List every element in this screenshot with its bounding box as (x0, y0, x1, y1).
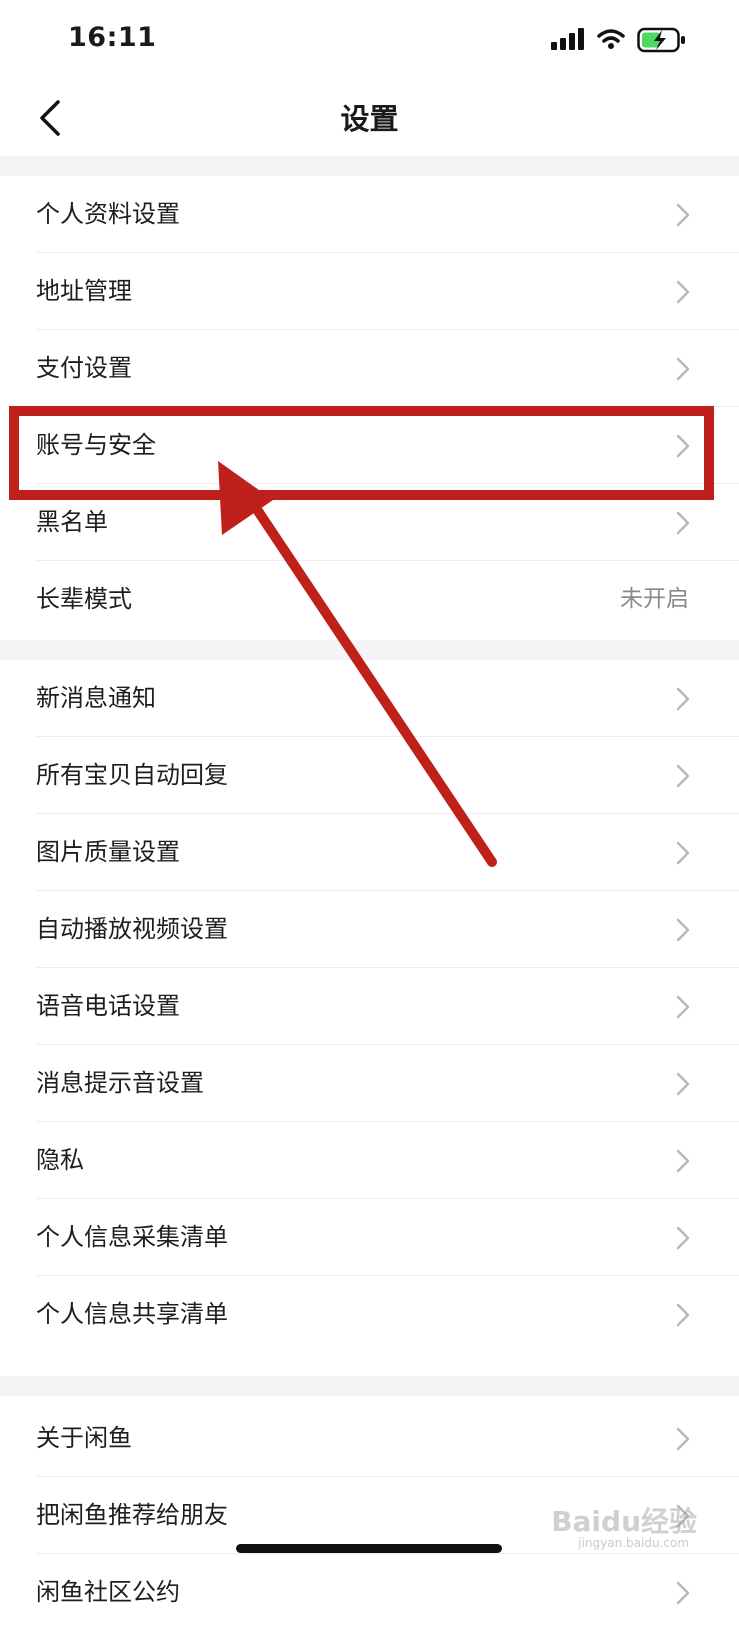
chevron-right-icon (676, 1149, 690, 1173)
section-gap (0, 640, 739, 660)
chevron-right-icon (676, 841, 690, 865)
battery-icon (637, 27, 685, 53)
settings-item-account-security[interactable]: 账号与安全 (0, 407, 739, 484)
settings-item-info-sharing[interactable]: 个人信息共享清单 (0, 1276, 739, 1376)
section-gap (0, 1376, 739, 1396)
settings-item-label: 语音电话设置 (36, 992, 180, 1020)
settings-item-value: 未开启 (620, 586, 689, 612)
settings-item-label: 闲鱼社区公约 (36, 1578, 180, 1606)
chevron-right-icon (676, 280, 690, 304)
watermark-sub: jingyan.baidu.com (578, 1536, 689, 1550)
settings-item-elder-mode[interactable]: 长辈模式 未开启 (0, 561, 739, 640)
settings-item-address[interactable]: 地址管理 (0, 253, 739, 330)
settings-item-label: 黑名单 (36, 508, 108, 536)
settings-item-blacklist[interactable]: 黑名单 (0, 484, 739, 561)
settings-item-label: 所有宝贝自动回复 (36, 761, 228, 789)
chevron-right-icon (676, 511, 690, 535)
settings-item-notifications[interactable]: 新消息通知 (0, 660, 739, 737)
settings-item-label: 地址管理 (36, 277, 132, 305)
chevron-right-icon (676, 434, 690, 458)
status-time: 16:11 (68, 22, 157, 53)
status-icons (551, 26, 691, 54)
settings-item-message-sound[interactable]: 消息提示音设置 (0, 1045, 739, 1122)
settings-item-payment[interactable]: 支付设置 (0, 330, 739, 407)
settings-item-image-quality[interactable]: 图片质量设置 (0, 814, 739, 891)
watermark: Baidu经验 (551, 1505, 697, 1538)
settings-item-label: 个人信息采集清单 (36, 1223, 228, 1251)
settings-item-label: 个人资料设置 (36, 200, 180, 228)
chevron-right-icon (676, 1581, 690, 1605)
signal-icon (551, 28, 584, 50)
page-title: 设置 (340, 102, 399, 136)
settings-item-profile[interactable]: 个人资料设置 (0, 176, 739, 253)
navigation-bar: 设置 (0, 80, 739, 156)
settings-item-label: 隐私 (36, 1146, 84, 1174)
chevron-right-icon (676, 203, 690, 227)
settings-item-label: 把闲鱼推荐给朋友 (36, 1501, 228, 1529)
chevron-right-icon (676, 1072, 690, 1096)
settings-item-label: 消息提示音设置 (36, 1069, 204, 1097)
chevron-right-icon (676, 1226, 690, 1250)
chevron-right-icon (676, 918, 690, 942)
chevron-right-icon (676, 1303, 690, 1327)
home-indicator (236, 1544, 502, 1553)
chevron-right-icon (676, 995, 690, 1019)
settings-item-about[interactable]: 关于闲鱼 (0, 1400, 739, 1477)
chevron-right-icon (676, 687, 690, 711)
settings-item-label: 自动播放视频设置 (36, 915, 228, 943)
settings-item-voice-call[interactable]: 语音电话设置 (0, 968, 739, 1045)
settings-item-privacy[interactable]: 隐私 (0, 1122, 739, 1199)
settings-item-label: 图片质量设置 (36, 838, 180, 866)
settings-item-label: 关于闲鱼 (36, 1424, 132, 1452)
settings-item-autoplay-video[interactable]: 自动播放视频设置 (0, 891, 739, 968)
chevron-right-icon (676, 1427, 690, 1451)
wifi-icon (597, 29, 625, 49)
settings-item-label: 新消息通知 (36, 684, 156, 712)
settings-item-community-rules[interactable]: 闲鱼社区公约 (0, 1554, 739, 1631)
status-bar: 16:11 (0, 0, 739, 80)
settings-item-label: 个人信息共享清单 (36, 1300, 228, 1328)
chevron-right-icon (676, 357, 690, 381)
settings-item-auto-reply[interactable]: 所有宝贝自动回复 (0, 737, 739, 814)
settings-item-info-collection[interactable]: 个人信息采集清单 (0, 1199, 739, 1276)
chevron-right-icon (676, 764, 690, 788)
settings-item-label: 账号与安全 (36, 431, 156, 459)
section-gap (0, 156, 739, 176)
settings-item-label: 支付设置 (36, 354, 132, 382)
settings-item-label: 长辈模式 (36, 585, 132, 613)
